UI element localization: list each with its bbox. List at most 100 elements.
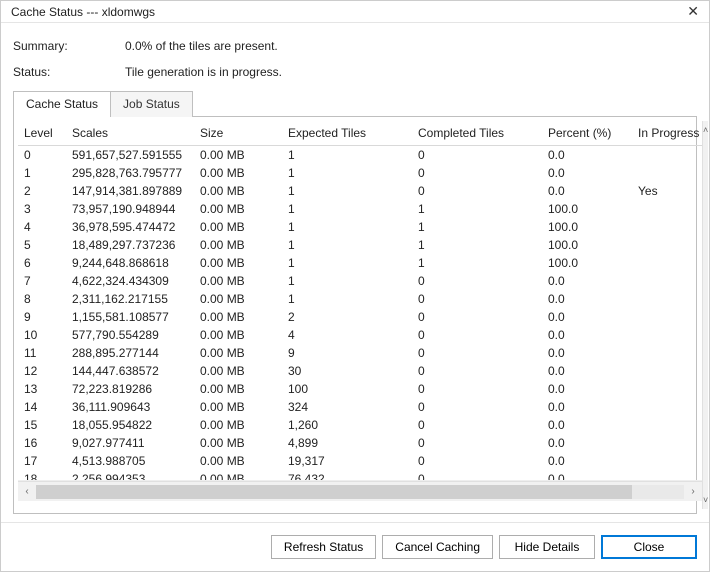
status-row: Status: Tile generation is in progress. — [13, 65, 697, 79]
table-row[interactable]: 0591,657,527.5915550.00 MB100.0 — [18, 145, 702, 164]
table-row[interactable]: 518,489,297.7372360.00 MB11100.0 — [18, 236, 702, 254]
table-row[interactable]: 91,155,581.1085770.00 MB200.0 — [18, 308, 702, 326]
table-row[interactable]: 10577,790.5542890.00 MB400.0 — [18, 326, 702, 344]
table-row[interactable]: 2147,914,381.8978890.00 MB100.0Yes — [18, 182, 702, 200]
cell-in_progress — [632, 236, 702, 254]
header-expected[interactable]: Expected Tiles — [282, 121, 412, 145]
cell-level: 7 — [18, 272, 66, 290]
tab-job-status[interactable]: Job Status — [111, 91, 193, 117]
grid-header-row: Level Scales Size Expected Tiles Complet… — [18, 121, 702, 145]
cell-scales: 72,223.819286 — [66, 380, 194, 398]
button-bar: Refresh Status Cancel Caching Hide Detai… — [1, 522, 709, 571]
cell-size: 0.00 MB — [194, 308, 282, 326]
close-button[interactable]: Close — [601, 535, 697, 559]
tab-cache-status[interactable]: Cache Status — [13, 91, 111, 117]
table-row[interactable]: 436,978,595.4744720.00 MB11100.0 — [18, 218, 702, 236]
cell-level: 12 — [18, 362, 66, 380]
cell-level: 2 — [18, 182, 66, 200]
header-percent[interactable]: Percent (%) — [542, 121, 632, 145]
cell-percent: 0.0 — [542, 398, 632, 416]
cell-in_progress — [632, 290, 702, 308]
cell-percent: 0.0 — [542, 164, 632, 182]
cell-in_progress — [632, 416, 702, 434]
scroll-right-icon[interactable]: › — [684, 486, 702, 497]
header-completed[interactable]: Completed Tiles — [412, 121, 542, 145]
cell-expected: 324 — [282, 398, 412, 416]
cell-percent: 0.0 — [542, 182, 632, 200]
vertical-scrollbar[interactable]: ˄ ˅ — [702, 121, 708, 509]
vscroll-track[interactable] — [703, 139, 708, 491]
content-area: Summary: 0.0% of the tiles are present. … — [1, 23, 709, 522]
cell-expected: 1 — [282, 272, 412, 290]
cell-size: 0.00 MB — [194, 398, 282, 416]
cell-completed: 0 — [412, 344, 542, 362]
table-row[interactable]: 373,957,190.9489440.00 MB11100.0 — [18, 200, 702, 218]
cell-percent: 0.0 — [542, 326, 632, 344]
cell-completed: 0 — [412, 290, 542, 308]
cell-percent: 100.0 — [542, 254, 632, 272]
header-in-progress[interactable]: In Progress — [632, 121, 702, 145]
cell-percent: 0.0 — [542, 452, 632, 470]
cell-expected: 1,260 — [282, 416, 412, 434]
cell-percent: 100.0 — [542, 218, 632, 236]
cell-completed: 0 — [412, 164, 542, 182]
cell-expected: 100 — [282, 380, 412, 398]
cell-in_progress — [632, 218, 702, 236]
cell-scales: 295,828,763.795777 — [66, 164, 194, 182]
cell-in_progress — [632, 326, 702, 344]
cache-grid-wrap: Level Scales Size Expected Tiles Complet… — [18, 121, 702, 481]
table-row[interactable]: 82,311,162.2171550.00 MB100.0 — [18, 290, 702, 308]
cell-scales: 4,513.988705 — [66, 452, 194, 470]
header-size[interactable]: Size — [194, 121, 282, 145]
cell-percent: 0.0 — [542, 290, 632, 308]
cell-expected: 4,899 — [282, 434, 412, 452]
hide-details-button[interactable]: Hide Details — [499, 535, 595, 559]
table-row[interactable]: 1436,111.9096430.00 MB32400.0 — [18, 398, 702, 416]
table-row[interactable]: 11288,895.2771440.00 MB900.0 — [18, 344, 702, 362]
cell-in_progress — [632, 308, 702, 326]
cell-level: 4 — [18, 218, 66, 236]
cell-size: 0.00 MB — [194, 380, 282, 398]
table-row[interactable]: 69,244,648.8686180.00 MB11100.0 — [18, 254, 702, 272]
horizontal-scrollbar[interactable]: ‹ › — [18, 481, 702, 501]
cell-in_progress — [632, 398, 702, 416]
cell-size: 0.00 MB — [194, 416, 282, 434]
refresh-status-button[interactable]: Refresh Status — [271, 535, 376, 559]
cell-level: 8 — [18, 290, 66, 308]
cell-completed: 0 — [412, 308, 542, 326]
cell-completed: 0 — [412, 452, 542, 470]
table-row[interactable]: 74,622,324.4343090.00 MB100.0 — [18, 272, 702, 290]
hscroll-track[interactable] — [36, 485, 684, 499]
cell-completed: 0 — [412, 272, 542, 290]
scroll-left-icon[interactable]: ‹ — [18, 486, 36, 497]
hscroll-thumb[interactable] — [36, 485, 632, 499]
cell-completed: 1 — [412, 218, 542, 236]
scroll-down-icon[interactable]: ˅ — [703, 491, 708, 509]
cell-expected: 2 — [282, 308, 412, 326]
header-scales[interactable]: Scales — [66, 121, 194, 145]
cell-expected: 1 — [282, 254, 412, 272]
table-row[interactable]: 182,256.9943530.00 MB76,43200.0 — [18, 470, 702, 482]
scroll-up-icon[interactable]: ˄ — [703, 121, 708, 139]
table-row[interactable]: 1518,055.9548220.00 MB1,26000.0 — [18, 416, 702, 434]
cell-completed: 0 — [412, 182, 542, 200]
cell-expected: 1 — [282, 182, 412, 200]
cell-scales: 2,256.994353 — [66, 470, 194, 482]
header-level[interactable]: Level — [18, 121, 66, 145]
cancel-caching-button[interactable]: Cancel Caching — [382, 535, 493, 559]
cell-scales: 9,244,648.868618 — [66, 254, 194, 272]
cell-level: 0 — [18, 145, 66, 164]
cell-scales: 1,155,581.108577 — [66, 308, 194, 326]
table-row[interactable]: 1295,828,763.7957770.00 MB100.0 — [18, 164, 702, 182]
table-row[interactable]: 1372,223.8192860.00 MB10000.0 — [18, 380, 702, 398]
window-close-button[interactable]: ✕ — [659, 3, 699, 20]
cell-in_progress — [632, 200, 702, 218]
table-row[interactable]: 169,027.9774110.00 MB4,89900.0 — [18, 434, 702, 452]
table-row[interactable]: 174,513.9887050.00 MB19,31700.0 — [18, 452, 702, 470]
cell-completed: 1 — [412, 236, 542, 254]
cell-size: 0.00 MB — [194, 434, 282, 452]
table-row[interactable]: 12144,447.6385720.00 MB3000.0 — [18, 362, 702, 380]
cell-level: 11 — [18, 344, 66, 362]
cell-percent: 0.0 — [542, 434, 632, 452]
cell-scales: 36,978,595.474472 — [66, 218, 194, 236]
